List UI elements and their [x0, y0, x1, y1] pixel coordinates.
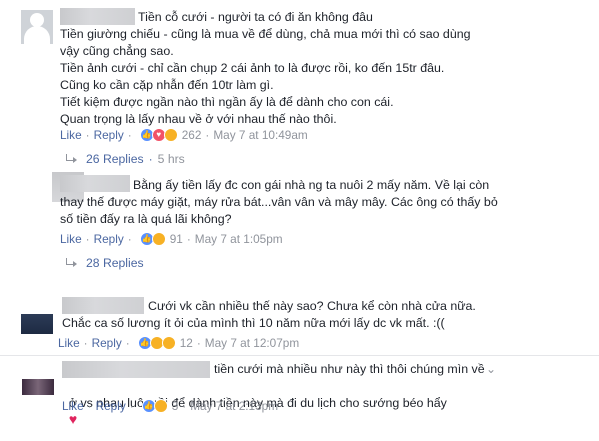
- wow-reaction-icon: [161, 336, 176, 350]
- separator: ·: [87, 399, 92, 413]
- comment-text: Tiết kiệm được ngần nào thì ngần ấy là đ…: [60, 95, 394, 109]
- haha-reaction-icon: [153, 399, 168, 413]
- author-name[interactable]: [62, 361, 210, 378]
- comment-text: tiền cưới mà nhiều như này thì thôi chún…: [214, 362, 485, 376]
- timestamp[interactable]: May 7 at 2:13pm: [190, 399, 278, 413]
- timestamp[interactable]: May 7 at 12:07pm: [205, 336, 299, 350]
- reply-arrow-icon: [64, 154, 78, 164]
- like-link[interactable]: Like: [62, 399, 84, 413]
- reply-arrow-icon: [64, 258, 78, 268]
- separator: ·: [186, 232, 191, 246]
- separator: ·: [83, 336, 88, 350]
- reply-link[interactable]: Reply: [94, 128, 124, 142]
- separator: ·: [148, 152, 153, 166]
- divider: [0, 355, 599, 356]
- comment-meta: Like · Reply · 👍 91 · May 7 at 1:05pm: [60, 232, 283, 246]
- like-link[interactable]: Like: [58, 336, 80, 350]
- reply-link[interactable]: Reply: [92, 336, 122, 350]
- comment-text: vậy cũng chẳng sao.: [60, 44, 174, 58]
- separator: ·: [127, 128, 132, 142]
- separator: ·: [127, 232, 132, 246]
- comment-text: Tiền cỗ cưới - người ta có đi ăn không đ…: [138, 10, 373, 24]
- reactions[interactable]: 👍 ♥: [139, 128, 178, 142]
- close-icon[interactable]: ⌄: [486, 362, 496, 376]
- author-name[interactable]: [62, 297, 144, 314]
- separator: ·: [125, 336, 130, 350]
- comment-text: thay thế được máy giặt, máy rửa bát...vâ…: [60, 195, 498, 209]
- comment-text: Cưới vk cần nhiều thế này sao? Chưa kể c…: [148, 299, 476, 313]
- haha-reaction-icon: [151, 232, 166, 246]
- reply-link[interactable]: Reply: [94, 232, 124, 246]
- like-link[interactable]: Like: [60, 232, 82, 246]
- timestamp[interactable]: May 7 at 10:49am: [213, 128, 307, 142]
- replies-count[interactable]: 28 Replies: [86, 256, 144, 270]
- heart-icon: ♥: [68, 411, 78, 427]
- reply-link[interactable]: Reply: [96, 399, 126, 413]
- comment-text: Cũng ko cần cặp nhẫn đến 10tr làm gì.: [60, 78, 274, 92]
- replies-count[interactable]: 26 Replies: [86, 152, 144, 166]
- reaction-count[interactable]: 91: [170, 232, 183, 246]
- comment-text: Chắc ca số lương ít ỏi của mình thì 10 n…: [62, 316, 445, 330]
- separator: ·: [85, 232, 90, 246]
- reaction-count[interactable]: 262: [182, 128, 202, 142]
- reactions[interactable]: 👍: [137, 336, 176, 350]
- comment-text: Tiền giường chiếu - cũng là mua về để dù…: [60, 27, 471, 41]
- reaction-count[interactable]: 12: [180, 336, 193, 350]
- author-name[interactable]: [60, 8, 135, 25]
- comment-meta: Like · Reply · 👍 ♥ 262 · May 7 at 10:49a…: [60, 128, 308, 142]
- view-replies[interactable]: 28 Replies: [64, 256, 144, 270]
- separator: ·: [85, 128, 90, 142]
- separator: ·: [182, 399, 187, 413]
- separator: ·: [205, 128, 210, 142]
- reaction-count[interactable]: 3: [172, 399, 179, 413]
- comment-text: Bằng ấy tiền lấy đc con gái nhà ng ta nu…: [133, 178, 490, 192]
- avatar[interactable]: [21, 314, 53, 334]
- avatar[interactable]: [22, 379, 54, 395]
- timestamp[interactable]: May 7 at 1:05pm: [195, 232, 283, 246]
- avatar[interactable]: [21, 10, 53, 44]
- comment-meta: Like · Reply · 👍 3 · May 7 at 2:13pm: [62, 399, 278, 413]
- replies-time: 5 hrs: [157, 152, 185, 166]
- comment-meta: Like · Reply · 👍 12 · May 7 at 12:07pm: [58, 336, 299, 350]
- separator: ·: [196, 336, 201, 350]
- reactions[interactable]: 👍: [139, 232, 166, 246]
- view-replies[interactable]: 26 Replies · 5 hrs: [64, 152, 185, 166]
- haha-reaction-icon: [163, 128, 178, 142]
- reactions[interactable]: 👍: [141, 399, 168, 413]
- comment-text: Quan trọng là lấy nhau về ở với nhau thế…: [60, 112, 337, 126]
- separator: ·: [129, 399, 134, 413]
- author-name[interactable]: [60, 175, 130, 192]
- comment-text: Tiền ảnh cưới - chỉ cần chụp 2 cái ảnh t…: [60, 61, 445, 75]
- comment-text: số tiền đấy ra là quá lãi không?: [60, 212, 232, 226]
- like-link[interactable]: Like: [60, 128, 82, 142]
